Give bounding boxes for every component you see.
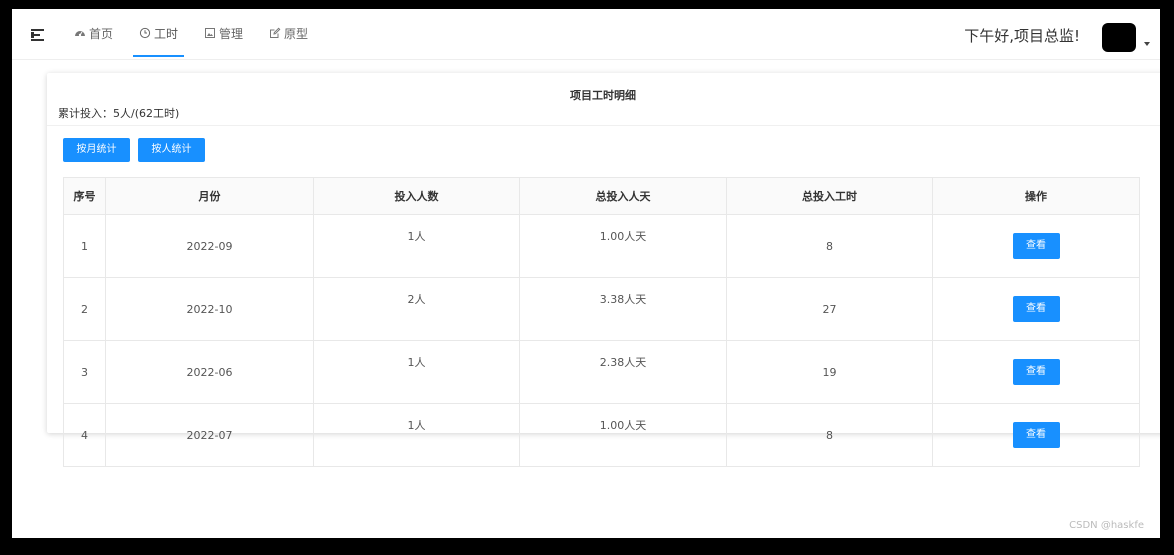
- stat-by-person-button[interactable]: 按人统计: [138, 138, 205, 162]
- column-header-person-days: 总投入人天: [519, 177, 727, 215]
- cell-action: 查看: [932, 340, 1140, 404]
- total-investment-summary: 累计投入：5人/(62工时): [58, 107, 180, 120]
- cell-people: 1人: [313, 403, 520, 467]
- column-header-people: 投入人数: [313, 177, 520, 215]
- cell-person-days: 1.00人天: [519, 214, 727, 278]
- cell-people: 1人: [313, 214, 520, 278]
- nav-label: 管理: [219, 26, 244, 41]
- cell-hours: 27: [726, 277, 933, 341]
- nav-item-worktime[interactable]: 工时: [133, 9, 185, 57]
- top-header: 首页 工时 管理 原型 下午好,项目总监!: [12, 9, 1160, 60]
- table-header-row: 序号 月份 投入人数 总投入人天 总投入工时 操作: [63, 177, 1140, 215]
- avatar[interactable]: [1102, 23, 1136, 52]
- dashboard-icon: [74, 27, 86, 39]
- worktime-table: 序号 月份 投入人数 总投入人天 总投入工时 操作 1 2022-09 1人 1…: [63, 177, 1140, 467]
- cell-hours: 19: [726, 340, 933, 404]
- cell-month: 2022-10: [105, 277, 314, 341]
- cell-month: 2022-06: [105, 340, 314, 404]
- cell-person-days: 3.38人天: [519, 277, 727, 341]
- cell-index: 2: [63, 277, 106, 341]
- column-header-index: 序号: [63, 177, 106, 215]
- table-row: 4 2022-07 1人 1.00人天 8 查看: [63, 403, 1140, 467]
- table-row: 3 2022-06 1人 2.38人天 19 查看: [63, 340, 1140, 404]
- top-nav: 首页 工时 管理 原型: [70, 9, 330, 59]
- view-button[interactable]: 查看: [1012, 233, 1060, 259]
- worktime-detail-card: 项目工时明细 累计投入：5人/(62工时) 按月统计 按人统计 序号 月份 投入…: [47, 73, 1160, 467]
- column-header-month: 月份: [105, 177, 314, 215]
- cell-person-days: 2.38人天: [519, 340, 727, 404]
- watermark: CSDN @haskfe: [1069, 520, 1144, 531]
- table-row: 2 2022-10 2人 3.38人天 27 查看: [63, 277, 1140, 341]
- image-icon: [204, 27, 216, 39]
- nav-item-prototype[interactable]: 原型: [265, 9, 312, 57]
- nav-item-manage[interactable]: 管理: [200, 9, 247, 57]
- view-button[interactable]: 查看: [1012, 296, 1060, 322]
- clock-icon: [139, 27, 151, 39]
- cell-hours: 8: [726, 403, 933, 467]
- view-button[interactable]: 查看: [1012, 422, 1060, 448]
- stat-by-month-button[interactable]: 按月统计: [63, 138, 130, 162]
- caret-down-icon[interactable]: [1144, 42, 1150, 46]
- cell-person-days: 1.00人天: [519, 403, 727, 467]
- cell-hours: 8: [726, 214, 933, 278]
- cell-people: 2人: [313, 277, 520, 341]
- edit-icon: [269, 27, 281, 39]
- cell-month: 2022-07: [105, 403, 314, 467]
- app-window: 首页 工时 管理 原型 下午好,项目总监! 项目工时明细 累计投入：5人/(62…: [12, 9, 1160, 538]
- column-header-hours: 总投入工时: [726, 177, 933, 215]
- nav-label: 首页: [89, 26, 114, 41]
- cell-index: 1: [63, 214, 106, 278]
- divider: [47, 125, 1160, 126]
- card-title: 项目工时明细: [570, 89, 636, 102]
- cell-index: 3: [63, 340, 106, 404]
- menu-toggle-icon[interactable]: [31, 29, 45, 41]
- nav-label: 原型: [284, 26, 309, 41]
- nav-item-home[interactable]: 首页: [70, 9, 117, 57]
- cell-action: 查看: [932, 214, 1140, 278]
- greeting-text: 下午好,项目总监!: [964, 27, 1080, 45]
- cell-month: 2022-09: [105, 214, 314, 278]
- column-header-action: 操作: [932, 177, 1140, 215]
- cell-action: 查看: [932, 403, 1140, 467]
- cell-index: 4: [63, 403, 106, 467]
- nav-label: 工时: [154, 26, 179, 41]
- cell-people: 1人: [313, 340, 520, 404]
- cell-action: 查看: [932, 277, 1140, 341]
- table-row: 1 2022-09 1人 1.00人天 8 查看: [63, 214, 1140, 278]
- view-button[interactable]: 查看: [1012, 359, 1060, 385]
